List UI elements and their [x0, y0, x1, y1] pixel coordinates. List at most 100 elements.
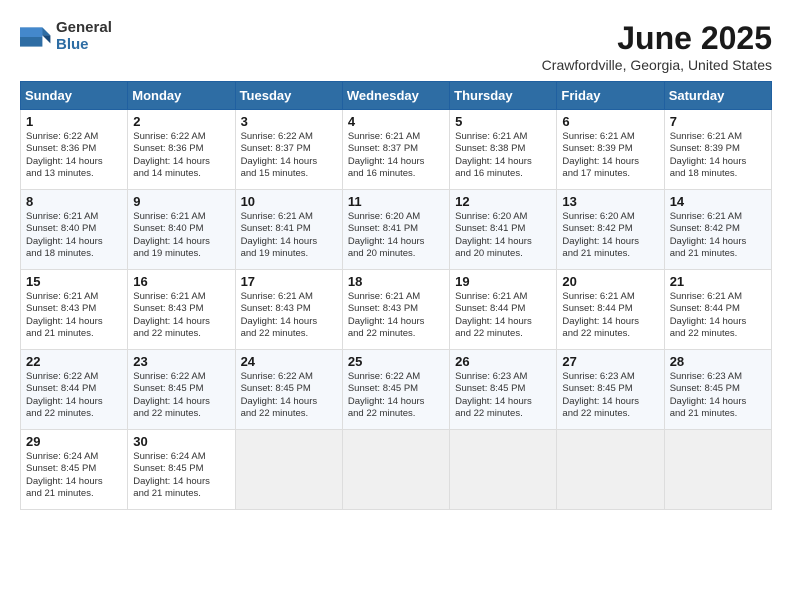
- calendar-cell: 14 Sunrise: 6:21 AMSunset: 8:42 PMDaylig…: [664, 190, 771, 270]
- cell-text: Sunrise: 6:21 AMSunset: 8:44 PMDaylight:…: [562, 291, 639, 339]
- day-number: 11: [348, 194, 444, 209]
- day-number: 25: [348, 354, 444, 369]
- cell-text: Sunrise: 6:22 AMSunset: 8:45 PMDaylight:…: [348, 371, 425, 419]
- calendar-cell: 6 Sunrise: 6:21 AMSunset: 8:39 PMDayligh…: [557, 110, 664, 190]
- day-number: 8: [26, 194, 122, 209]
- day-number: 13: [562, 194, 658, 209]
- day-number: 9: [133, 194, 229, 209]
- calendar-cell: 10 Sunrise: 6:21 AMSunset: 8:41 PMDaylig…: [235, 190, 342, 270]
- day-number: 17: [241, 274, 337, 289]
- day-number: 15: [26, 274, 122, 289]
- calendar-cell: 8 Sunrise: 6:21 AMSunset: 8:40 PMDayligh…: [21, 190, 128, 270]
- calendar-cell: 17 Sunrise: 6:21 AMSunset: 8:43 PMDaylig…: [235, 270, 342, 350]
- calendar-cell: 18 Sunrise: 6:21 AMSunset: 8:43 PMDaylig…: [342, 270, 449, 350]
- day-number: 24: [241, 354, 337, 369]
- calendar-cell: 13 Sunrise: 6:20 AMSunset: 8:42 PMDaylig…: [557, 190, 664, 270]
- calendar-cell: 16 Sunrise: 6:21 AMSunset: 8:43 PMDaylig…: [128, 270, 235, 350]
- cell-text: Sunrise: 6:21 AMSunset: 8:39 PMDaylight:…: [670, 131, 747, 179]
- logo-icon: [20, 21, 52, 53]
- day-number: 12: [455, 194, 551, 209]
- weekday-header-monday: Monday: [128, 82, 235, 110]
- calendar-week-row: 8 Sunrise: 6:21 AMSunset: 8:40 PMDayligh…: [21, 190, 772, 270]
- day-number: 10: [241, 194, 337, 209]
- weekday-header-tuesday: Tuesday: [235, 82, 342, 110]
- weekday-header-saturday: Saturday: [664, 82, 771, 110]
- cell-text: Sunrise: 6:21 AMSunset: 8:39 PMDaylight:…: [562, 131, 639, 179]
- cell-text: Sunrise: 6:23 AMSunset: 8:45 PMDaylight:…: [670, 371, 747, 419]
- calendar-cell: 23 Sunrise: 6:22 AMSunset: 8:45 PMDaylig…: [128, 350, 235, 430]
- cell-text: Sunrise: 6:24 AMSunset: 8:45 PMDaylight:…: [133, 451, 210, 499]
- day-number: 16: [133, 274, 229, 289]
- weekday-header-sunday: Sunday: [21, 82, 128, 110]
- day-number: 3: [241, 114, 337, 129]
- day-number: 1: [26, 114, 122, 129]
- day-number: 18: [348, 274, 444, 289]
- cell-text: Sunrise: 6:22 AMSunset: 8:37 PMDaylight:…: [241, 131, 318, 179]
- page-header: General Blue June 2025 Crawfordville, Ge…: [20, 20, 772, 73]
- cell-text: Sunrise: 6:21 AMSunset: 8:38 PMDaylight:…: [455, 131, 532, 179]
- location-title: Crawfordville, Georgia, United States: [542, 57, 772, 73]
- day-number: 19: [455, 274, 551, 289]
- cell-text: Sunrise: 6:21 AMSunset: 8:44 PMDaylight:…: [455, 291, 532, 339]
- cell-text: Sunrise: 6:23 AMSunset: 8:45 PMDaylight:…: [562, 371, 639, 419]
- calendar-cell: 4 Sunrise: 6:21 AMSunset: 8:37 PMDayligh…: [342, 110, 449, 190]
- calendar-cell: 21 Sunrise: 6:21 AMSunset: 8:44 PMDaylig…: [664, 270, 771, 350]
- calendar-cell: 28 Sunrise: 6:23 AMSunset: 8:45 PMDaylig…: [664, 350, 771, 430]
- calendar-cell: 29 Sunrise: 6:24 AMSunset: 8:45 PMDaylig…: [21, 430, 128, 510]
- cell-text: Sunrise: 6:23 AMSunset: 8:45 PMDaylight:…: [455, 371, 532, 419]
- day-number: 5: [455, 114, 551, 129]
- weekday-header-friday: Friday: [557, 82, 664, 110]
- calendar-cell: 7 Sunrise: 6:21 AMSunset: 8:39 PMDayligh…: [664, 110, 771, 190]
- cell-text: Sunrise: 6:21 AMSunset: 8:42 PMDaylight:…: [670, 211, 747, 259]
- day-number: 29: [26, 434, 122, 449]
- calendar-cell: [557, 430, 664, 510]
- calendar-week-row: 1 Sunrise: 6:22 AMSunset: 8:36 PMDayligh…: [21, 110, 772, 190]
- weekday-header-wednesday: Wednesday: [342, 82, 449, 110]
- day-number: 20: [562, 274, 658, 289]
- cell-text: Sunrise: 6:22 AMSunset: 8:44 PMDaylight:…: [26, 371, 103, 419]
- cell-text: Sunrise: 6:22 AMSunset: 8:45 PMDaylight:…: [133, 371, 210, 419]
- day-number: 27: [562, 354, 658, 369]
- calendar-cell: 26 Sunrise: 6:23 AMSunset: 8:45 PMDaylig…: [450, 350, 557, 430]
- cell-text: Sunrise: 6:21 AMSunset: 8:44 PMDaylight:…: [670, 291, 747, 339]
- day-number: 7: [670, 114, 766, 129]
- logo-text: General Blue: [56, 20, 112, 53]
- cell-text: Sunrise: 6:21 AMSunset: 8:40 PMDaylight:…: [26, 211, 103, 259]
- cell-text: Sunrise: 6:21 AMSunset: 8:43 PMDaylight:…: [26, 291, 103, 339]
- cell-text: Sunrise: 6:20 AMSunset: 8:42 PMDaylight:…: [562, 211, 639, 259]
- calendar-cell: 25 Sunrise: 6:22 AMSunset: 8:45 PMDaylig…: [342, 350, 449, 430]
- calendar-cell: 30 Sunrise: 6:24 AMSunset: 8:45 PMDaylig…: [128, 430, 235, 510]
- weekday-header-thursday: Thursday: [450, 82, 557, 110]
- calendar-cell: [235, 430, 342, 510]
- cell-text: Sunrise: 6:21 AMSunset: 8:37 PMDaylight:…: [348, 131, 425, 179]
- calendar-cell: 2 Sunrise: 6:22 AMSunset: 8:36 PMDayligh…: [128, 110, 235, 190]
- calendar-cell: [450, 430, 557, 510]
- calendar-week-row: 22 Sunrise: 6:22 AMSunset: 8:44 PMDaylig…: [21, 350, 772, 430]
- calendar-cell: 3 Sunrise: 6:22 AMSunset: 8:37 PMDayligh…: [235, 110, 342, 190]
- weekday-header-row: SundayMondayTuesdayWednesdayThursdayFrid…: [21, 82, 772, 110]
- day-number: 6: [562, 114, 658, 129]
- cell-text: Sunrise: 6:22 AMSunset: 8:36 PMDaylight:…: [133, 131, 210, 179]
- calendar-cell: 20 Sunrise: 6:21 AMSunset: 8:44 PMDaylig…: [557, 270, 664, 350]
- calendar-cell: [342, 430, 449, 510]
- day-number: 14: [670, 194, 766, 209]
- calendar-cell: 12 Sunrise: 6:20 AMSunset: 8:41 PMDaylig…: [450, 190, 557, 270]
- cell-text: Sunrise: 6:21 AMSunset: 8:41 PMDaylight:…: [241, 211, 318, 259]
- calendar-cell: 27 Sunrise: 6:23 AMSunset: 8:45 PMDaylig…: [557, 350, 664, 430]
- month-title: June 2025: [542, 20, 772, 57]
- calendar-cell: 1 Sunrise: 6:22 AMSunset: 8:36 PMDayligh…: [21, 110, 128, 190]
- calendar-cell: 22 Sunrise: 6:22 AMSunset: 8:44 PMDaylig…: [21, 350, 128, 430]
- cell-text: Sunrise: 6:21 AMSunset: 8:43 PMDaylight:…: [241, 291, 318, 339]
- calendar-cell: 19 Sunrise: 6:21 AMSunset: 8:44 PMDaylig…: [450, 270, 557, 350]
- logo: General Blue: [20, 20, 112, 53]
- cell-text: Sunrise: 6:24 AMSunset: 8:45 PMDaylight:…: [26, 451, 103, 499]
- calendar-cell: [664, 430, 771, 510]
- day-number: 2: [133, 114, 229, 129]
- day-number: 28: [670, 354, 766, 369]
- day-number: 21: [670, 274, 766, 289]
- cell-text: Sunrise: 6:20 AMSunset: 8:41 PMDaylight:…: [455, 211, 532, 259]
- cell-text: Sunrise: 6:22 AMSunset: 8:45 PMDaylight:…: [241, 371, 318, 419]
- day-number: 23: [133, 354, 229, 369]
- cell-text: Sunrise: 6:20 AMSunset: 8:41 PMDaylight:…: [348, 211, 425, 259]
- title-area: June 2025 Crawfordville, Georgia, United…: [542, 20, 772, 73]
